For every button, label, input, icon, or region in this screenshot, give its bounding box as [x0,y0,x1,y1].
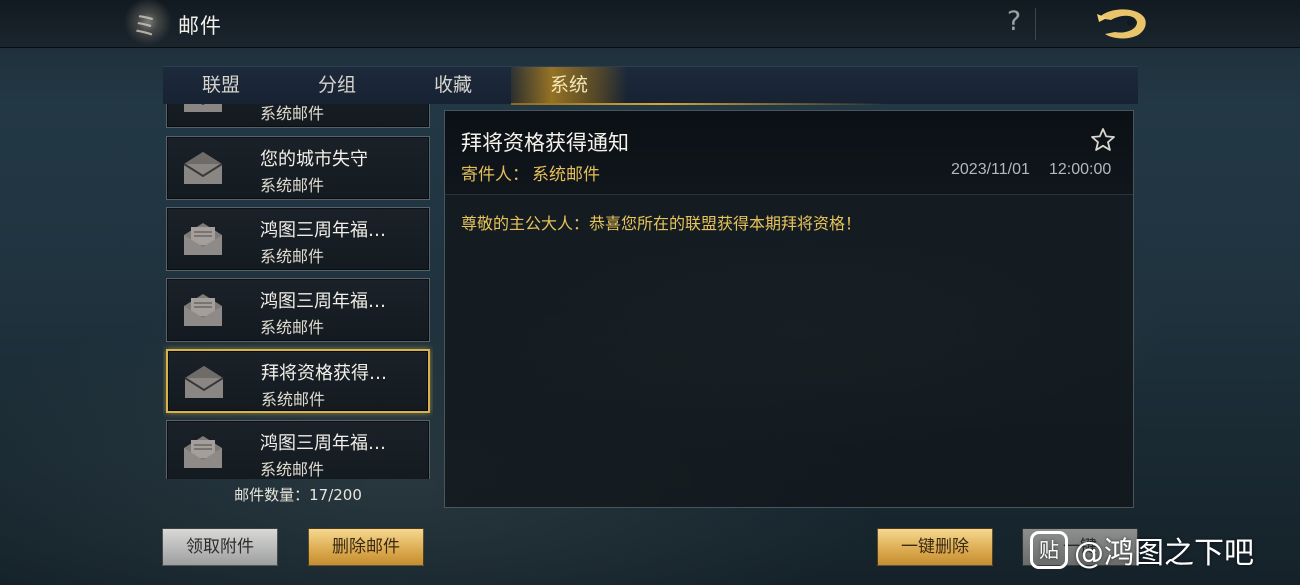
mail-subject: 拜将资格获得… [261,363,387,384]
top-bar: ミ 邮件 ? [0,0,1300,48]
sender-value: 系统邮件 [532,165,600,185]
mail-date: 2023/11/01 [951,161,1030,178]
star-outline-icon[interactable] [1090,127,1116,153]
mail-time: 12:00:00 [1049,161,1112,178]
watermark: 贴 @鸿图之下吧 [1030,528,1254,572]
mail-body: 尊敬的主公大人：恭喜您所在的联盟获得本期拜将资格！ [461,214,862,233]
tab-alliance[interactable]: 联盟 [163,67,279,105]
help-button[interactable]: ? [1002,6,1026,40]
delete-mail-button[interactable]: 删除邮件 [308,528,424,566]
page-title: 邮件 [178,14,222,38]
envelope-with-letter-icon [184,294,222,326]
claim-attachments-button[interactable]: 领取附件 [162,528,278,566]
tab-group[interactable]: 分组 [279,67,395,105]
mail-count: 邮件数量：17/200 [234,486,362,504]
mail-item-selected[interactable]: 拜将资格获得… 系统邮件 [166,349,430,413]
mail-detail-panel: 拜将资格获得通知 寄件人： 系统邮件 2023/11/01 12:00:00 尊… [444,110,1134,508]
tab-bar: 联盟 分组 收藏 系统 [163,66,1138,105]
envelope-with-letter-icon [184,223,222,255]
mail-list[interactable]: 系统邮件 您的城市失守 系统邮件 鸿图三周年福… 系统邮件 鸿图三周年福… 系统… [163,104,433,479]
tab-favorites[interactable]: 收藏 [395,67,511,105]
top-divider [1035,8,1036,40]
mail-sender: 系统邮件 [260,247,325,266]
emblem-glyph-icon: ミ [132,12,159,42]
mail-detail-header: 拜将资格获得通知 寄件人： 系统邮件 2023/11/01 12:00:00 [445,111,1133,195]
watermark-text: @鸿图之下吧 [1074,536,1254,571]
mail-sender: 系统邮件 [260,460,325,479]
tab-system[interactable]: 系统 [511,67,887,105]
mail-sender: 系统邮件 [260,176,325,195]
mail-item[interactable]: 鸿图三周年福… 系统邮件 [166,420,430,479]
open-envelope-icon [184,366,224,398]
mail-sender: 系统邮件 [260,318,325,337]
mail-item[interactable]: 鸿图三周年福… 系统邮件 [166,278,430,342]
open-envelope-icon [184,104,222,112]
sender-label: 寄件人： [461,165,529,185]
mail-subject: 鸿图三周年福… [260,433,386,454]
mail-sender: 系统邮件 [260,104,325,123]
envelope-with-letter-icon [184,436,222,468]
mail-subject: 您的城市失守 [260,149,368,170]
tieba-badge-icon: 贴 [1030,531,1068,569]
mail-item[interactable]: 系统邮件 [166,104,430,128]
mail-item[interactable]: 鸿图三周年福… 系统邮件 [166,207,430,271]
mail-sender: 系统邮件 [261,390,326,409]
dragon-logo-icon[interactable] [1093,4,1153,44]
mail-detail-subject: 拜将资格获得通知 [461,131,629,155]
delete-all-button[interactable]: 一键删除 [877,528,993,566]
mail-item[interactable]: 您的城市失守 系统邮件 [166,136,430,200]
mail-subject: 鸿图三周年福… [260,220,386,241]
mail-subject: 鸿图三周年福… [260,291,386,312]
open-envelope-icon [183,152,223,184]
